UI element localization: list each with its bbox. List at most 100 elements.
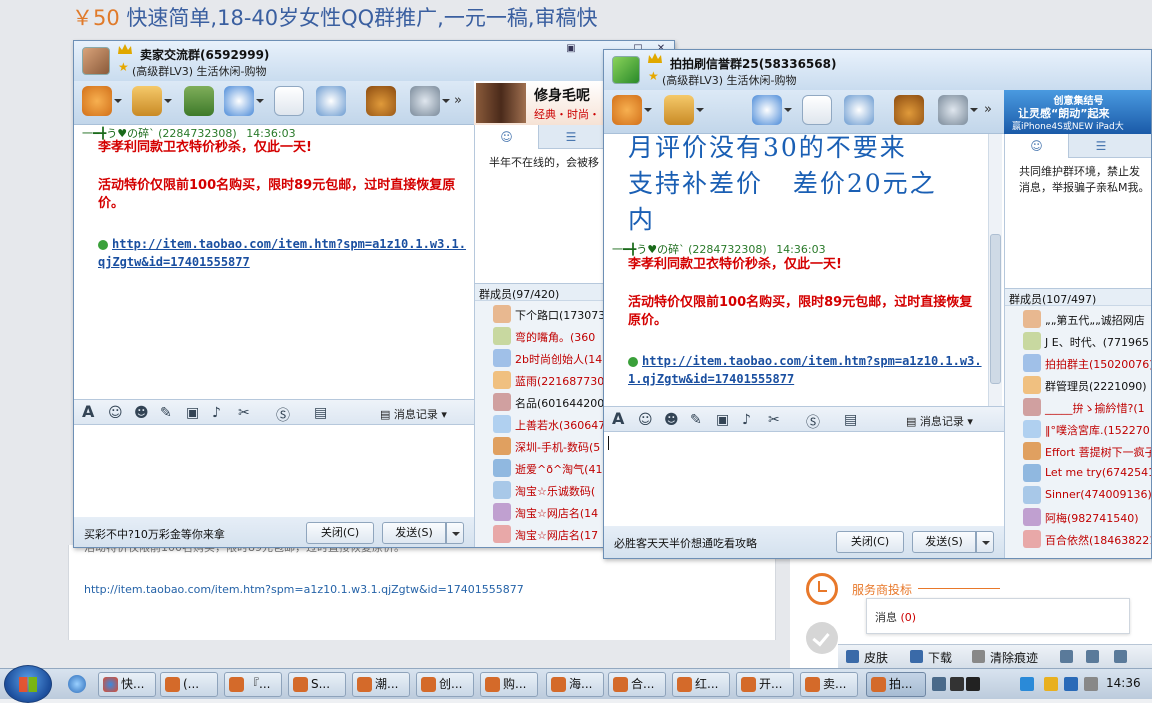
qq-group-window-2[interactable]: ★ 拍拍刷信誉群25(58336568) (高级群LV3) 生活休闲-购物 » … (603, 49, 1152, 559)
screenshot-icon[interactable]: ✂ (238, 405, 250, 421)
home-icon[interactable] (612, 95, 642, 125)
help-icon[interactable] (966, 677, 980, 691)
member-row[interactable]: ‖°噗浛宮库.(152270 (1005, 418, 1151, 440)
taskbar-button[interactable]: 卖... (800, 672, 858, 697)
chat-scrollbar[interactable] (988, 134, 1002, 408)
more-icon[interactable]: » (984, 102, 992, 117)
member-row[interactable]: „„第五代„„诚招网店 (1005, 308, 1151, 330)
chevron-down-icon[interactable] (114, 99, 122, 103)
home-icon[interactable] (82, 86, 112, 116)
payment-icon[interactable]: Ⓢ (806, 412, 820, 432)
taskbar-button[interactable]: 开... (736, 672, 794, 697)
send-options-button[interactable] (446, 522, 464, 544)
taskbar-button[interactable]: 拍... (866, 672, 926, 697)
member-row[interactable]: _____拚ゝ揄紟惜?(1 (1005, 396, 1151, 418)
taskbar-button[interactable]: 红... (672, 672, 730, 697)
menu-icon[interactable]: ▣ (560, 42, 582, 56)
chevron-down-icon[interactable] (256, 99, 264, 103)
window2-titlebar[interactable]: ★ 拍拍刷信誉群25(58336568) (高级群LV3) 生活休闲-购物 (604, 50, 1151, 90)
folder-icon[interactable] (664, 95, 694, 125)
emoji-icon[interactable]: ☺ (108, 405, 123, 421)
image-icon[interactable]: ▣ (186, 405, 199, 421)
task-url-link[interactable]: http://item.taobao.com/item.htm?spm=a1z1… (84, 583, 524, 596)
skin-button[interactable]: 皮肤 (864, 649, 888, 666)
speaker-icon[interactable] (1084, 677, 1098, 691)
tab-members[interactable]: ☺ (1005, 134, 1069, 158)
skin-icon[interactable] (846, 650, 859, 663)
taskbar-button[interactable]: 潮... (352, 672, 410, 697)
clear-traces-button[interactable]: 清除痕迹 (990, 649, 1038, 666)
chevron-down-icon[interactable] (784, 108, 792, 112)
member-row[interactable]: Sinner(474009136) (1005, 484, 1151, 506)
gear-icon[interactable] (938, 95, 968, 125)
volume-icon[interactable] (1060, 650, 1073, 663)
network-icon[interactable] (1020, 677, 1034, 691)
group-avatar-icon[interactable] (612, 56, 640, 84)
message-record-button[interactable]: ▤ 消息记录 ▾ (906, 413, 973, 429)
emoji-icon[interactable]: ☺ (638, 412, 653, 428)
taskbar-button[interactable]: S... (288, 672, 346, 697)
voice-icon[interactable] (752, 95, 782, 125)
close-button[interactable]: 关闭(C) (306, 522, 374, 544)
window1-chat-area[interactable]: 一━╋う♥の碎` (2284732308) 14:36:03 李孝利同款卫衣特价… (74, 125, 474, 399)
tab-files[interactable]: ☰ (539, 125, 603, 149)
taskbar-button[interactable]: 合... (608, 672, 666, 697)
keyboard-icon[interactable] (932, 677, 946, 691)
screenshot-icon[interactable]: ✂ (768, 412, 780, 428)
tab-members[interactable]: ☺ (475, 125, 539, 149)
zoom-icon[interactable] (1114, 650, 1127, 663)
music-icon[interactable]: ♪ (742, 412, 751, 428)
more-icon[interactable]: » (454, 93, 462, 108)
chevron-down-icon[interactable] (442, 99, 450, 103)
service-bid-label[interactable]: 服务商投标 (852, 581, 912, 598)
taskbar-button[interactable]: 海... (546, 672, 604, 697)
message-record-button[interactable]: ▤ 消息记录 ▾ (380, 406, 447, 422)
send-options-button[interactable] (976, 531, 994, 553)
chevron-down-icon[interactable] (696, 108, 704, 112)
member-row[interactable]: J E、时代、(771965 (1005, 330, 1151, 352)
download-icon[interactable] (910, 650, 923, 663)
message-link[interactable]: http://item.taobao.com/item.htm?spm=a1z1… (628, 354, 982, 386)
coffee-icon[interactable] (366, 86, 396, 116)
window1-input-area[interactable] (74, 425, 474, 517)
window1-titlebar[interactable]: ★ 卖家交流群(6592999) (高级群LV3) 生活休闲-购物 ▣ ▁ □ … (74, 41, 674, 81)
window2-input-area[interactable] (604, 432, 1004, 526)
close-button[interactable]: 关闭(C) (836, 531, 904, 553)
taskbar-button[interactable]: 『... (224, 672, 282, 697)
more-tools-icon[interactable]: ▤ (314, 405, 327, 421)
member-row[interactable]: 阿梅(982741540) (1005, 506, 1151, 528)
picture-icon[interactable] (184, 86, 214, 116)
edit-icon[interactable]: ✎ (160, 405, 172, 421)
image-icon[interactable]: ▣ (716, 412, 729, 428)
member-row[interactable]: Let me try(674254142) (1005, 462, 1151, 484)
chevron-down-icon[interactable] (644, 108, 652, 112)
voice-icon[interactable] (224, 86, 254, 116)
gear-icon[interactable] (410, 86, 440, 116)
group-avatar-icon[interactable] (82, 47, 110, 75)
member-row[interactable]: 群管理员(2221090) (1005, 374, 1151, 396)
qq-group-window-1[interactable]: ★ 卖家交流群(6592999) (高级群LV3) 生活休闲-购物 ▣ ▁ □ … (73, 40, 675, 548)
font-icon[interactable]: A (82, 402, 94, 421)
announcement-icon[interactable] (802, 95, 832, 125)
window2-ad-banner[interactable]: 创意集结号 让灵感“朗动”起来 赢iPhone4S或NEW iPad大 (1004, 90, 1151, 134)
chevron-down-icon[interactable] (164, 99, 172, 103)
webcam-icon[interactable] (844, 95, 874, 125)
window2-bottom-ad[interactable]: 必胜客天天半价想通吃看攻略 (614, 535, 757, 551)
start-button[interactable] (4, 665, 52, 703)
security-icon[interactable] (1064, 677, 1078, 691)
taskbar-button[interactable]: (... (160, 672, 218, 697)
magic-emoticon-icon[interactable]: ☻ (134, 405, 149, 421)
coffee-icon[interactable] (894, 95, 924, 125)
taskbar-button[interactable]: 创... (416, 672, 474, 697)
tab-files[interactable]: ☰ (1069, 134, 1133, 158)
webcam-icon[interactable] (316, 86, 346, 116)
folder-icon[interactable] (132, 86, 162, 116)
more-tools-icon[interactable]: ▤ (844, 412, 857, 428)
window2-chat-area[interactable]: 月评价没有30的不要来 支持补差价 差价20元之 内 一━╋う♥の碎` (228… (604, 133, 988, 410)
eraser-icon[interactable] (972, 650, 985, 663)
chevron-down-icon[interactable] (970, 108, 978, 112)
payment-icon[interactable]: Ⓢ (276, 405, 290, 425)
magic-emoticon-icon[interactable]: ☻ (664, 412, 679, 428)
warning-icon[interactable] (1044, 677, 1058, 691)
taskbar-button[interactable]: 快... (98, 672, 156, 697)
